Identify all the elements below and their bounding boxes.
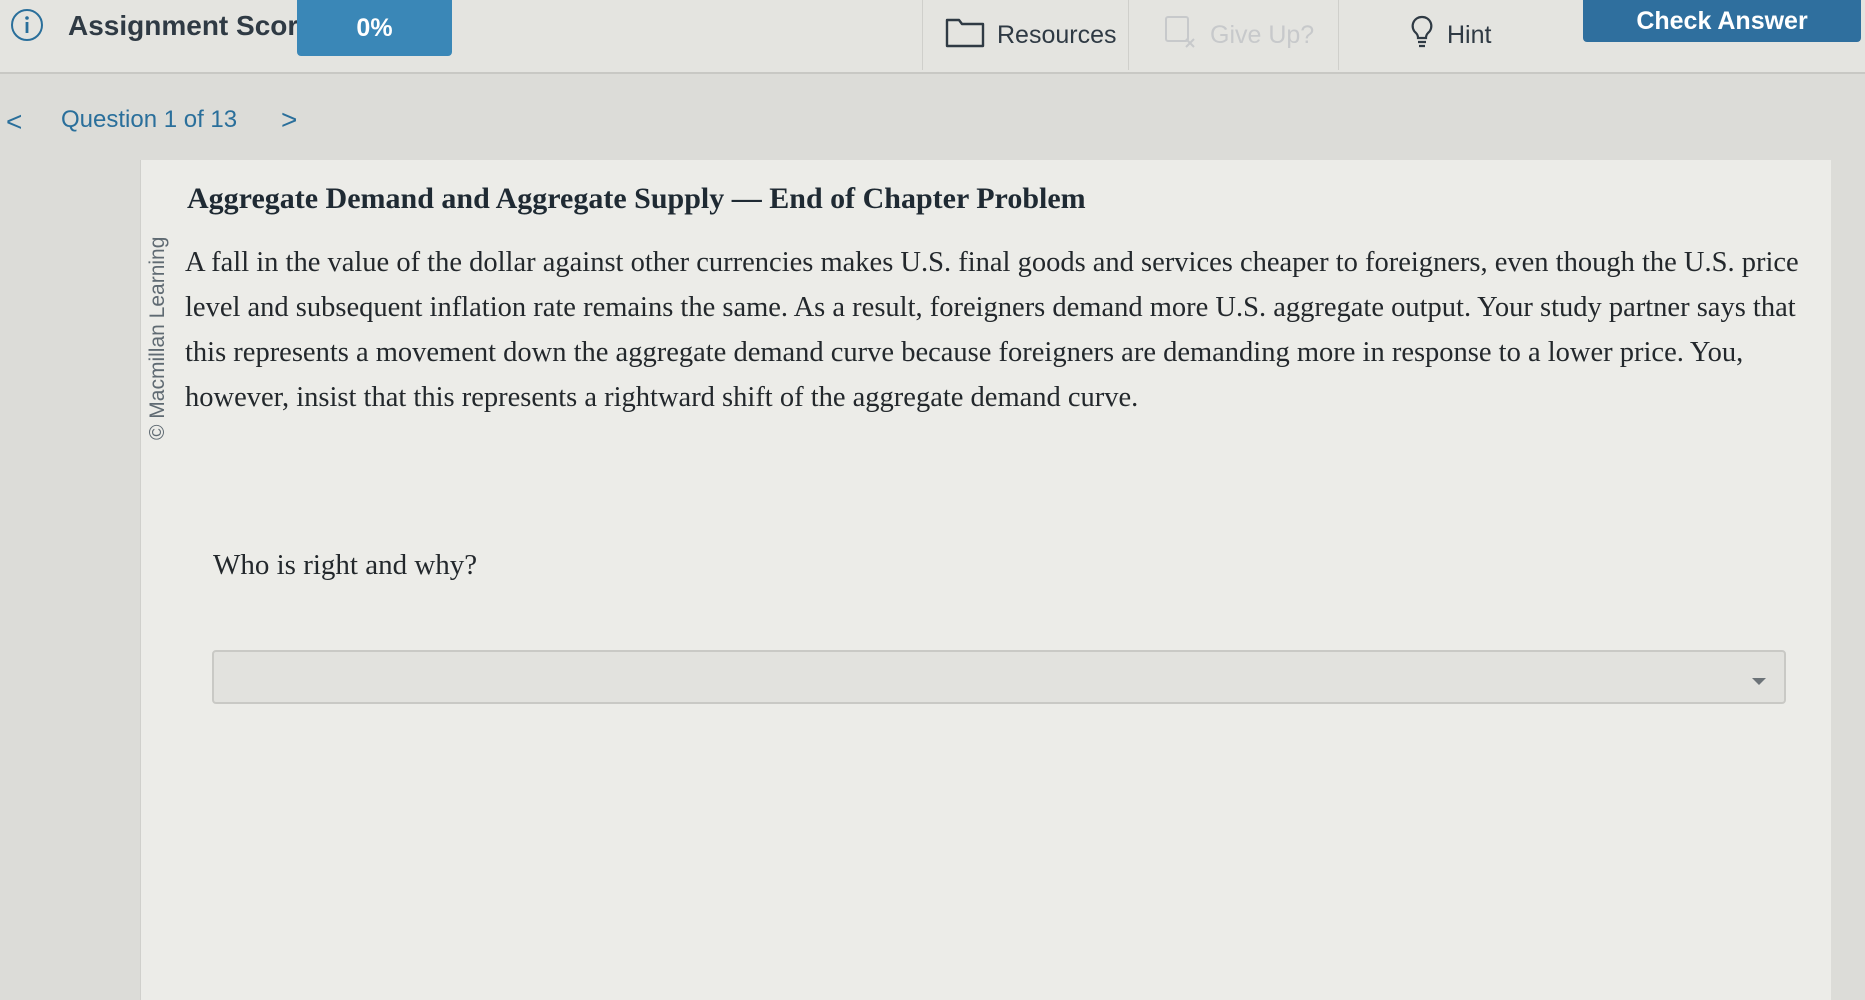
top-toolbar: Assignment Score: 0% Resources Give Up? [0,0,1865,74]
check-answer-button[interactable]: Check Answer [1583,0,1861,42]
question-title: Aggregate Demand and Aggregate Supply — … [187,182,1086,215]
folder-icon [945,16,985,55]
previous-question-button[interactable]: < [6,106,22,138]
answer-dropdown[interactable] [212,650,1786,704]
hint-label: Hint [1447,20,1492,49]
give-up-label: Give Up? [1210,20,1315,49]
info-icon[interactable] [10,8,44,42]
lightbulb-icon [1409,14,1435,57]
next-question-button[interactable]: > [281,104,297,136]
resources-button[interactable]: Resources [922,0,1128,70]
copyright-watermark: © Macmillan Learning [146,236,169,440]
assignment-score-label: Assignment Score: [68,10,324,41]
resources-label: Resources [997,20,1117,49]
question-body: A fall in the value of the dollar agains… [185,247,1799,413]
assignment-score-badge: 0% [297,0,452,56]
question-counter[interactable]: Question 1 of 13 [61,106,237,134]
give-up-icon [1164,15,1198,56]
chevron-down-icon [1752,678,1766,685]
give-up-button[interactable]: Give Up? [1128,0,1338,70]
hint-button[interactable]: Hint [1338,0,1553,70]
page: Assignment Score: 0% Resources Give Up? [0,0,1865,1000]
question-prompt: Who is right and why? [213,549,478,581]
